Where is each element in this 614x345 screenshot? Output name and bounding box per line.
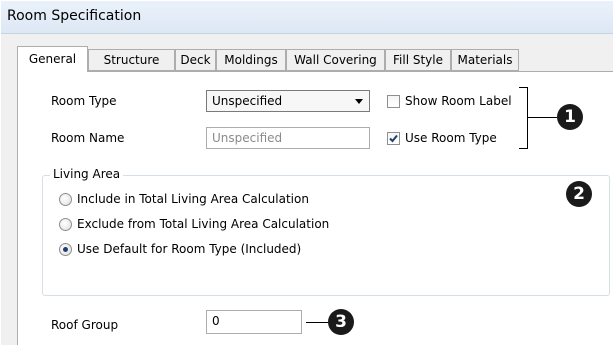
callout-3: 3 [328,309,354,335]
title-bar: Room Specification [1,1,613,34]
tab-deck[interactable]: Deck [175,49,216,71]
tab-structure[interactable]: Structure [88,49,175,71]
callout-1: 1 [557,104,583,130]
exclude-living-area-radio[interactable] [59,218,72,231]
exclude-living-area-label: Exclude from Total Living Area Calculati… [77,217,330,231]
tab-wall-covering[interactable]: Wall Covering [286,49,385,71]
tab-fill-style[interactable]: Fill Style [385,49,451,71]
chevron-down-icon [355,99,363,104]
room-type-value: Unspecified [212,94,283,108]
include-living-area-radio[interactable] [59,193,72,206]
callout-leader-1 [527,117,557,118]
use-default-room-type-radio[interactable] [59,243,72,256]
roof-group-field[interactable]: 0 [206,310,302,334]
window-title: Room Specification [7,8,142,24]
room-name-placeholder: Unspecified [212,131,283,145]
roof-group-label: Roof Group [51,318,119,332]
use-room-type-checkbox[interactable] [387,132,400,145]
callout-bracket [519,87,528,149]
callout-2: 2 [566,181,592,207]
room-type-dropdown[interactable]: Unspecified [206,90,370,112]
show-room-label-checkbox[interactable] [387,95,400,108]
include-living-area-label: Include in Total Living Area Calculation [77,192,309,206]
show-room-label-text: Show Room Label [405,94,512,108]
use-default-room-type-label: Use Default for Room Type (Included) [77,242,302,256]
room-type-label: Room Type [51,94,117,108]
callout-leader-3 [306,322,328,323]
tab-moldings[interactable]: Moldings [216,49,286,71]
roof-group-value: 0 [212,314,220,328]
room-name-label: Room Name [51,131,125,145]
room-specification-dialog: Room Specification General Structure Dec… [0,0,614,345]
room-name-field[interactable]: Unspecified [206,127,370,149]
use-room-type-text: Use Room Type [405,131,497,145]
tab-general[interactable]: General [17,46,88,72]
tab-materials[interactable]: Materials [451,49,519,71]
living-area-group-label: Living Area [50,167,124,181]
checkmark-icon [389,134,398,143]
